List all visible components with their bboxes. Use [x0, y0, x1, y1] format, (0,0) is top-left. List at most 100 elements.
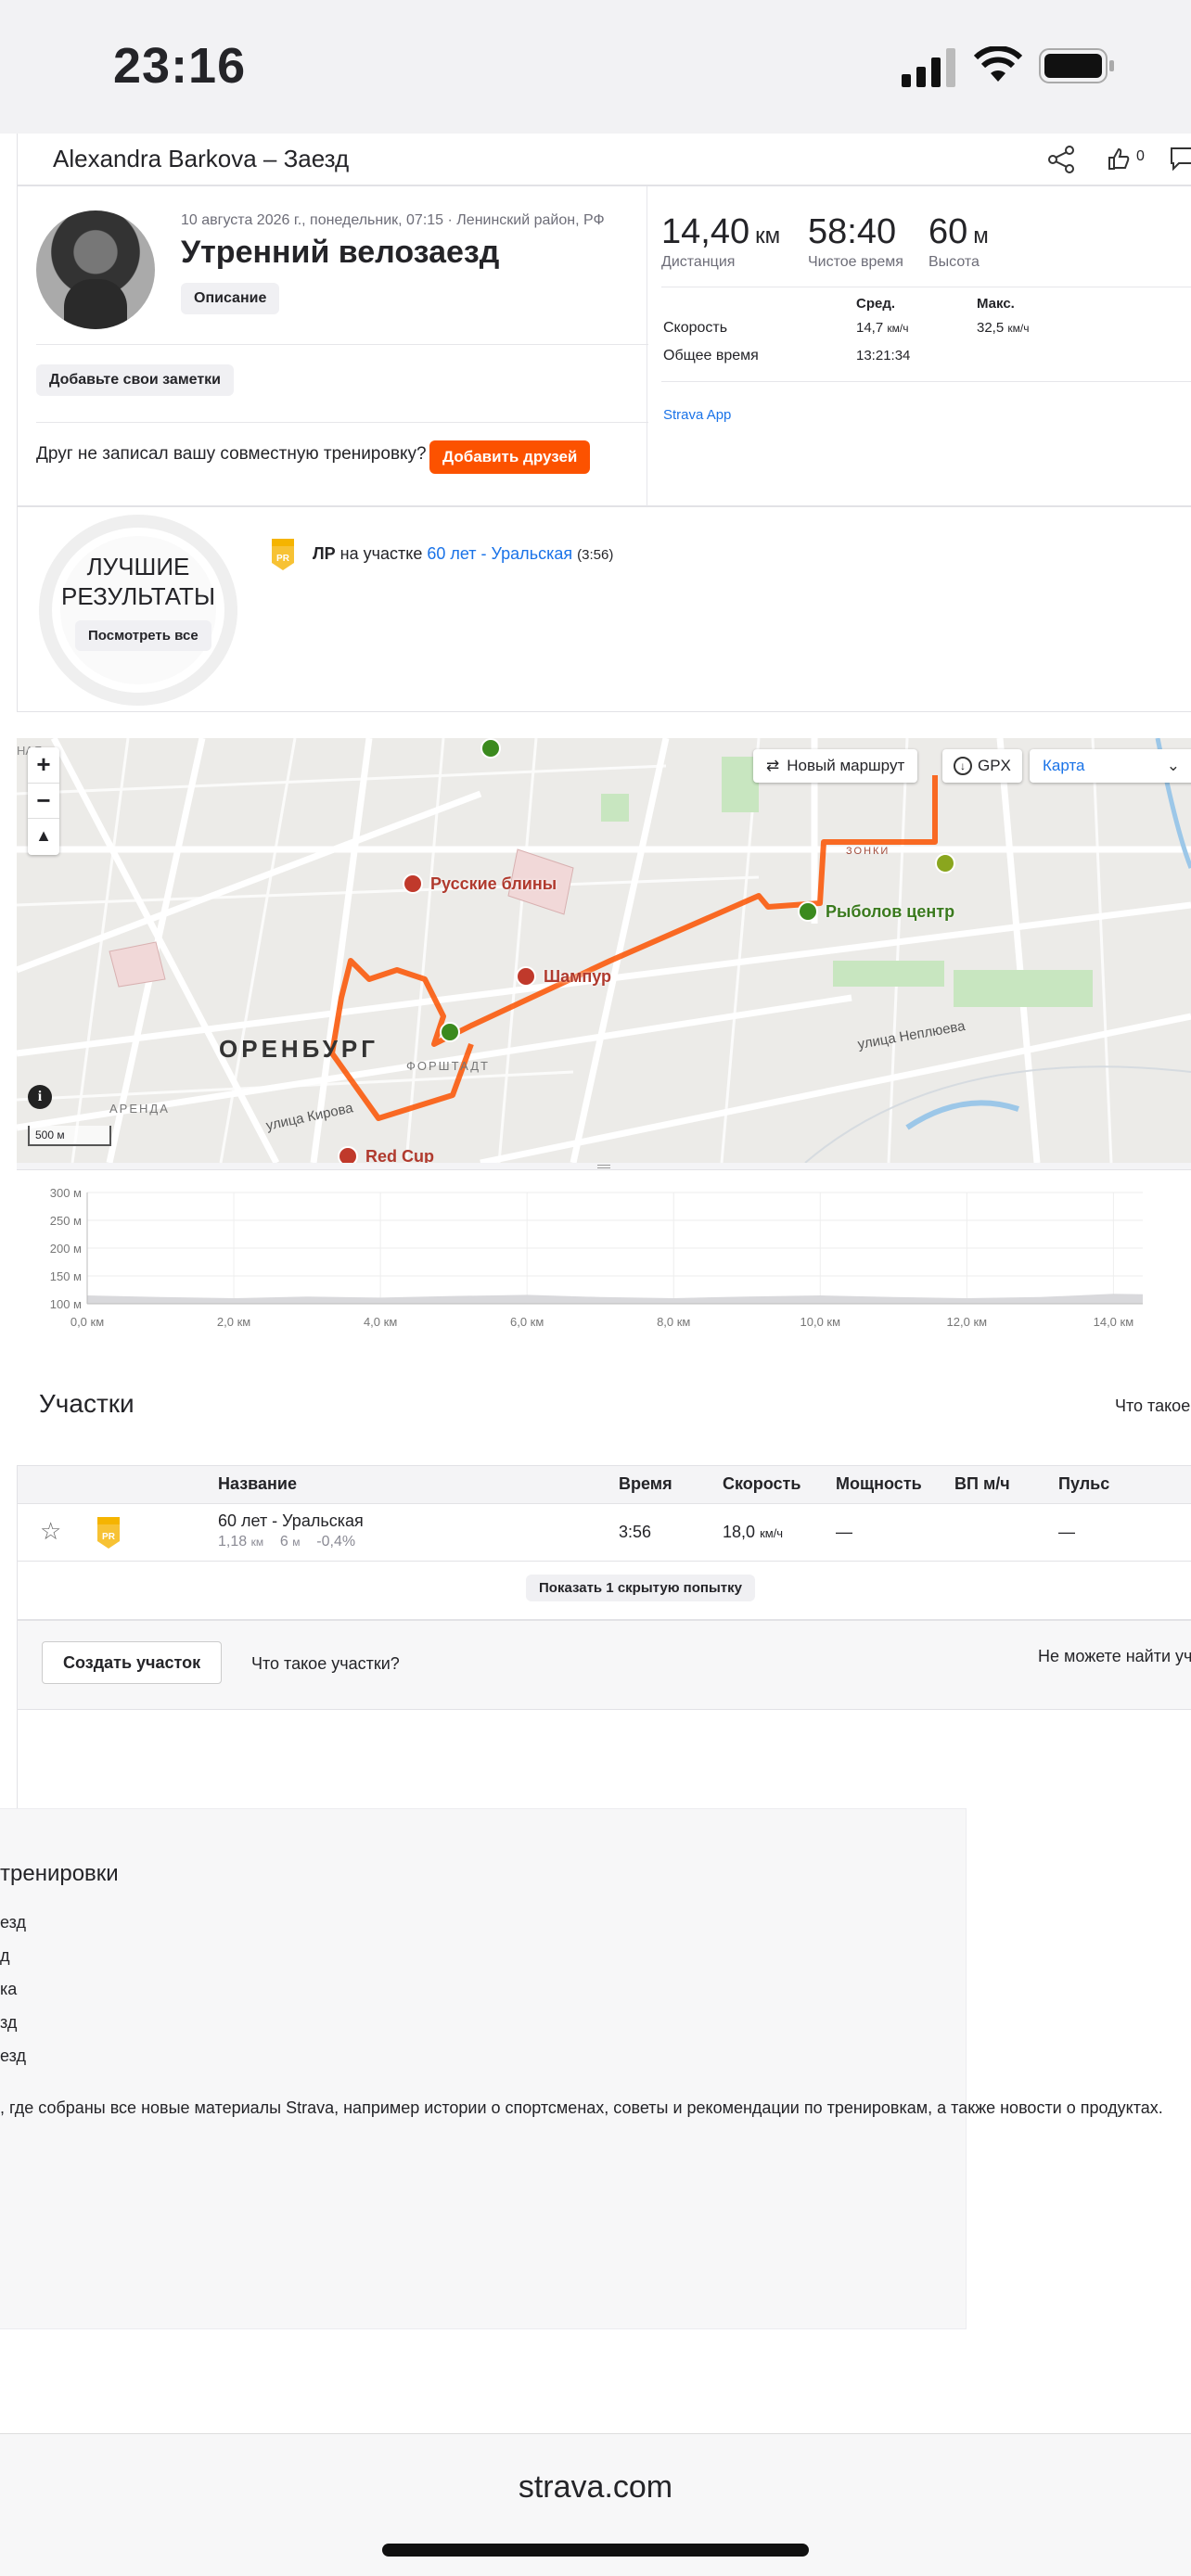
elevation-unit: м	[973, 223, 989, 249]
segment-name[interactable]: 60 лет - Уральская	[218, 1511, 364, 1531]
map-poi[interactable]: Шампур	[516, 966, 611, 987]
col-avg: Сред.	[856, 296, 896, 312]
zoom-out-button[interactable]: −	[28, 783, 59, 818]
activity-title: Утренний велозаезд	[181, 235, 500, 270]
home-indicator	[382, 2544, 809, 2557]
col-power: Мощность	[836, 1474, 922, 1493]
add-friends-button[interactable]: Добавить друзей	[429, 440, 591, 474]
show-hidden-button[interactable]: Показать 1 скрытую попытку	[526, 1575, 755, 1601]
footer-list-item[interactable]: езд	[0, 1906, 26, 1939]
pr-segment-link[interactable]: 60 лет - Уральская	[427, 544, 572, 563]
moving-time-value: 58:40	[808, 212, 897, 251]
gpx-button[interactable]: ↓ GPX	[942, 749, 1022, 783]
map-resize-handle[interactable]	[17, 1163, 1191, 1170]
map-poi[interactable]: Red Cup	[338, 1146, 434, 1163]
footer-heading: тренировки	[0, 1861, 119, 1886]
stat-distance: 14,40 км Дистанция	[661, 212, 780, 271]
elevation-area	[87, 1294, 1143, 1304]
map-label-city: ОРЕНБУРГ	[219, 1035, 378, 1063]
y-tick-label: 250 м	[50, 1214, 82, 1228]
distance-unit: км	[755, 223, 781, 249]
segments-what-link[interactable]: Что такое	[1115, 1396, 1190, 1416]
elevation-svg: 300 м 250 м 200 м 150 м 100 м 0,0 км 2,0 км 4,0…	[50, 1186, 1143, 1329]
elevation-chart[interactable]: 300 м 250 м 200 м 150 м 100 м 0,0 км 2,0 км 4,0…	[17, 1170, 1191, 1356]
segment-speed: 18,0 км/ч	[723, 1523, 784, 1541]
header-title: Alexandra Barkova – Заезд	[53, 145, 350, 172]
add-notes-button[interactable]: Добавьте свои заметки	[36, 364, 235, 396]
segment-details: 1,18 км 6 м -0,4%	[218, 1534, 356, 1549]
zoom-in-button[interactable]: +	[28, 747, 59, 783]
best-efforts: ЛУЧШИЕ РЕЗУЛЬТАТЫ Посмотреть все PR ЛР н…	[17, 506, 1191, 712]
activity-summary: 10 августа 2026 г., понедельник, 07:15 ·…	[17, 185, 1191, 507]
chevron-down-icon: ⌄	[1166, 757, 1180, 774]
stat-elevation: 60 м Высота	[928, 212, 989, 271]
url-label[interactable]: strava.com	[0, 2469, 1191, 2506]
x-tick-label: 0,0 км	[70, 1315, 104, 1329]
share-icon[interactable]	[1047, 145, 1075, 174]
speed-label: Скорость	[663, 320, 728, 336]
kudos-count: 0	[1136, 148, 1145, 164]
distance-value: 14,40	[661, 212, 750, 251]
park-icon	[480, 738, 501, 759]
elapsed-label: Общее время	[663, 348, 759, 363]
stat-moving-time: 58:40 Чистое время	[808, 212, 903, 271]
compass-icon[interactable]: ▲	[28, 818, 59, 853]
segment-hr: —	[1058, 1523, 1075, 1541]
footer-list: езд д ка зд езд	[0, 1906, 26, 2072]
star-icon[interactable]: ☆	[40, 1517, 61, 1546]
cant-find-link[interactable]: Не можете найти уч	[1038, 1647, 1191, 1666]
footer-list-item[interactable]: ка	[0, 1972, 26, 2006]
device-link[interactable]: Strava App	[663, 407, 731, 423]
battery-icon	[1039, 48, 1114, 83]
speed-max: 32,5 км/ч	[977, 320, 1030, 336]
col-max: Макс.	[977, 296, 1015, 312]
divider	[661, 381, 1191, 382]
speed-avg: 14,7 км/ч	[856, 320, 909, 336]
status-time: 23:16	[113, 38, 247, 94]
map[interactable]: НАЯ ОРЕНБУРГ ФОРШТАДТ АРЕНДА улица Киров…	[17, 738, 1191, 1163]
new-route-button[interactable]: ⇄ Новый маршрут	[753, 749, 918, 783]
signal-icon	[902, 48, 955, 87]
col-hr: Пульс	[1058, 1474, 1110, 1493]
map-poi[interactable]: Рыболов центр	[798, 901, 954, 922]
kudos-icon[interactable]	[1107, 147, 1131, 171]
activity-header: Alexandra Barkova – Заезд 0	[17, 134, 1191, 185]
best-badge-text: ЛУЧШИЕ РЕЗУЛЬТАТЫ	[61, 553, 215, 610]
segments-title: Участки	[39, 1389, 134, 1418]
footer-text: , где собраны все новые материалы Strava…	[0, 2098, 1163, 2117]
comment-icon[interactable]	[1170, 147, 1191, 171]
map-poi[interactable]: Русские блины	[403, 874, 557, 894]
scale-bar: 500 м	[28, 1126, 111, 1146]
segments-footer: Создать участок Что такое участки? Не мо…	[18, 1621, 1191, 1710]
y-tick-label: 300 м	[50, 1186, 82, 1200]
status-bar: 23:16	[0, 0, 1191, 134]
distance-label: Дистанция	[661, 254, 736, 270]
info-icon[interactable]: i	[28, 1085, 52, 1109]
svg-text:PR: PR	[276, 554, 290, 564]
wifi-icon	[974, 46, 1022, 82]
y-tick-label: 150 м	[50, 1269, 82, 1283]
footer-list-item[interactable]: езд	[0, 2039, 26, 2072]
footer-list-item[interactable]: зд	[0, 2006, 26, 2039]
friend-prompt: Друг не записал вашу совместную трениров…	[36, 444, 427, 464]
what-are-segments-link[interactable]: Что такое участки?	[251, 1654, 400, 1674]
table-row[interactable]: ☆ PR 60 лет - Уральская 1,18 км 6 м -0,4…	[18, 1504, 1191, 1562]
download-icon: ↓	[954, 757, 972, 775]
segment-time: 3:56	[619, 1523, 652, 1541]
map-label-district: ФОРШТАДТ	[406, 1059, 490, 1073]
restaurant-icon	[338, 1146, 358, 1163]
show-hidden-row: Показать 1 скрытую попытку	[18, 1562, 1191, 1621]
restaurant-icon	[516, 966, 536, 987]
avatar[interactable]	[36, 210, 155, 329]
footer-list-item[interactable]: д	[0, 1939, 26, 1972]
pr-medal-icon: PR	[97, 1517, 120, 1549]
shop-icon	[798, 901, 818, 922]
moving-time-label: Чистое время	[808, 254, 903, 270]
elapsed-value: 13:21:34	[856, 348, 911, 363]
map-canvas	[17, 738, 1191, 1163]
map-type-select[interactable]: Карта ⌄	[1030, 749, 1191, 783]
map-label-district: АРЕНДА	[109, 1102, 170, 1116]
view-all-button[interactable]: Посмотреть все	[75, 620, 211, 651]
description-button[interactable]: Описание	[181, 283, 280, 314]
create-segment-button[interactable]: Создать участок	[42, 1641, 223, 1684]
